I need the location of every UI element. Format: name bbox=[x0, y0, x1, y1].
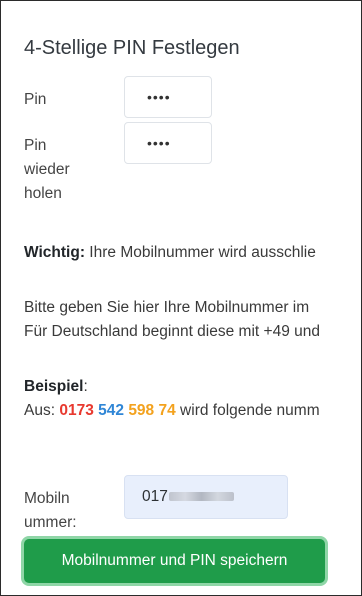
important-text: Ihre Mobilnummer wird ausschlie bbox=[85, 244, 316, 261]
example-heading: Beispiel: bbox=[24, 378, 88, 396]
save-button[interactable]: Mobilnummer und PIN speichern bbox=[24, 539, 325, 583]
instruction-line-1: Bitte geben Sie hier Ihre Mobilnummer im bbox=[24, 299, 310, 316]
example-part-1: 0173 bbox=[59, 402, 94, 419]
example-part-3: 598 bbox=[128, 402, 155, 419]
mobile-number-input[interactable]: 017 bbox=[124, 475, 288, 519]
example-part-4: 74 bbox=[158, 402, 176, 419]
important-notice: Wichtig: Ihre Mobilnummer wird ausschlie bbox=[24, 244, 316, 262]
example-label: Beispiel bbox=[24, 378, 84, 395]
pin-repeat-label-line: holen bbox=[24, 185, 62, 202]
example-prefix: Aus: bbox=[24, 402, 60, 419]
instruction-line-2: Für Deutschland beginnt diese mit +49 un… bbox=[24, 323, 320, 340]
page-title: 4-Stellige PIN Festlegen bbox=[24, 37, 240, 59]
pin-setup-panel: 4-Stellige PIN Festlegen Pin •••• Pin wi… bbox=[0, 0, 362, 596]
mobile-label-line: Mobiln bbox=[24, 490, 70, 507]
mobile-number-value: 017 bbox=[142, 488, 168, 505]
pin-repeat-input[interactable]: •••• bbox=[124, 122, 212, 164]
example-part-2: 542 bbox=[98, 402, 124, 419]
pin-repeat-label-line: Pin bbox=[24, 137, 47, 154]
important-label: Wichtig: bbox=[24, 244, 85, 261]
example-suffix: wird folgende numm bbox=[175, 402, 320, 419]
mobile-label-line: ummer: bbox=[24, 514, 77, 531]
pin-repeat-label: Pin wieder holen bbox=[24, 134, 70, 206]
redacted-digits bbox=[168, 492, 234, 502]
pin-repeat-label-line: wieder bbox=[24, 161, 70, 178]
pin-input[interactable]: •••• bbox=[124, 76, 212, 118]
example-line: Aus: 0173 542 598 74 wird folgende numm bbox=[24, 402, 320, 420]
mobile-label: Mobiln ummer: bbox=[24, 487, 77, 535]
pin-label: Pin bbox=[24, 91, 47, 108]
example-colon: : bbox=[83, 378, 88, 395]
